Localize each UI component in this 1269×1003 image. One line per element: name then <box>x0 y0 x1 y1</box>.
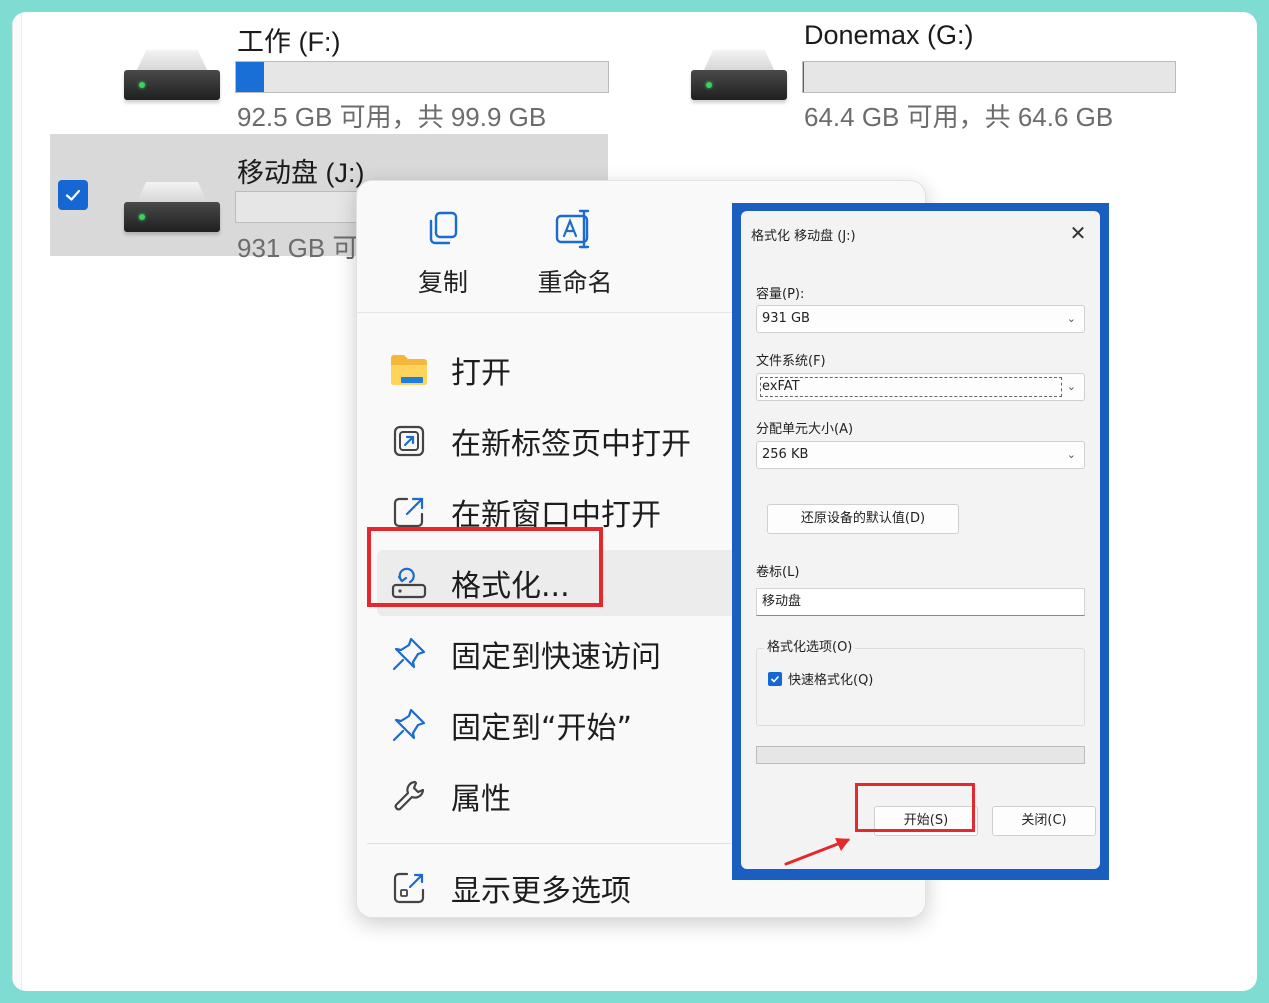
format-options-label: 格式化选项(O) <box>764 636 856 655</box>
format-progress-bar <box>756 746 1085 764</box>
rename-icon <box>555 209 590 249</box>
drive-select-checkbox[interactable] <box>58 180 88 210</box>
start-highlight-box <box>855 783 975 832</box>
allocation-label: 分配单元大小(A) <box>756 422 854 437</box>
checkmark-icon <box>65 189 81 201</box>
capacity-select[interactable]: 931 GB ⌄ <box>756 305 1085 333</box>
drive-name: 移动盘 (J:) <box>237 158 365 188</box>
close-icon[interactable]: ✕ <box>1064 219 1092 247</box>
copy-icon <box>429 211 458 245</box>
drive-icon <box>691 50 787 106</box>
more-options-icon <box>387 866 431 910</box>
drive-usage-bar <box>802 61 1176 93</box>
drive-icon <box>124 50 220 106</box>
new-tab-icon <box>387 419 431 463</box>
checkmark-icon <box>768 671 782 686</box>
drive-icon <box>124 182 220 238</box>
drive-usage-bar <box>235 61 609 93</box>
dialog-title: 格式化 移动盘 (J:) <box>751 229 856 244</box>
chevron-down-icon: ⌄ <box>1066 380 1076 393</box>
wrench-icon <box>387 774 431 818</box>
capacity-label: 容量(P): <box>756 287 805 302</box>
pin-icon <box>387 703 431 747</box>
focus-rectangle <box>760 377 1062 397</box>
volume-label-input[interactable]: 移动盘 <box>756 588 1085 616</box>
rename-button[interactable]: 重命名 <box>515 203 635 299</box>
drive-size-text: 92.5 GB 可用，共 99.9 GB <box>237 102 547 132</box>
format-highlight-box <box>367 527 603 607</box>
drive-name: 工作 (F:) <box>237 27 341 57</box>
chevron-down-icon: ⌄ <box>1066 448 1076 461</box>
folder-icon <box>387 348 431 392</box>
copy-button[interactable]: 复制 <box>383 203 503 299</box>
drive-usage-bar <box>235 191 365 223</box>
drive-name: Donemax (G:) <box>804 20 974 50</box>
close-button[interactable]: 关闭(C) <box>992 806 1096 836</box>
filesystem-label: 文件系统(F) <box>756 354 826 369</box>
drive-size-text: 931 GB 可 <box>237 233 359 263</box>
quick-format-checkbox[interactable]: 快速格式化(Q) <box>768 669 873 688</box>
pin-icon <box>387 632 431 676</box>
drive-size-text: 64.4 GB 可用，共 64.6 GB <box>804 102 1114 132</box>
format-dialog: 格式化 移动盘 (J:) ✕ 容量(P): 931 GB ⌄ 文件系统(F) e… <box>741 211 1100 869</box>
pointer-arrow-icon <box>784 838 850 866</box>
chevron-down-icon: ⌄ <box>1066 312 1076 325</box>
volume-label-label: 卷标(L) <box>756 565 800 580</box>
allocation-select[interactable]: 256 KB ⌄ <box>756 441 1085 469</box>
window-edge <box>12 12 22 991</box>
restore-defaults-button[interactable]: 还原设备的默认值(D) <box>767 504 959 534</box>
